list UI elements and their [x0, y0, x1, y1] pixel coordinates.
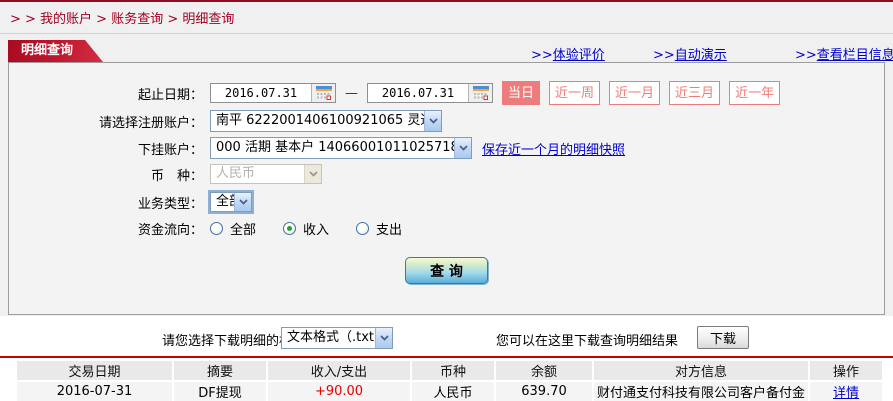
chevron-down-icon: [234, 193, 251, 211]
download-format-select[interactable]: 文本格式（.txt）: [281, 327, 393, 349]
sub-account-select[interactable]: 000 活期 基本户 1406600101102571848: [210, 137, 472, 159]
quick-range-month-button[interactable]: 近一月: [609, 81, 660, 105]
chevron-down-icon: [304, 165, 321, 183]
link-column-info[interactable]: >>查看栏目信息: [795, 44, 893, 63]
link-prefix: >>: [531, 48, 553, 63]
radio-icon[interactable]: [283, 222, 296, 235]
cell-currency: 人民币: [412, 382, 494, 401]
radio-icon[interactable]: [210, 222, 223, 235]
fund-flow-option-income[interactable]: 收入: [283, 219, 329, 238]
calendar-icon[interactable]: [311, 84, 335, 102]
fund-flow-option-all[interactable]: 全部: [210, 219, 256, 238]
date-range-row: 起止日期： — 当日 近一周 近一月 近三月: [9, 80, 884, 106]
table-top-divider: [0, 356, 893, 358]
date-range-label: 起止日期：: [9, 84, 205, 103]
quick-range-year-button[interactable]: 近一年: [729, 81, 780, 105]
header-income-expense: 收入/支出: [268, 361, 410, 380]
quick-range-week-button[interactable]: 近一周: [549, 81, 600, 105]
currency-row: 币 种： 人民币: [9, 164, 884, 184]
sub-account-label: 下挂账户：: [9, 139, 205, 158]
transaction-table: 交易日期 摘要 收入/支出 币种 余额 对方信息 操作 2016-07-31 D…: [15, 359, 884, 401]
header-action: 操作: [810, 361, 882, 380]
download-format-value: 文本格式（.txt）: [282, 328, 375, 348]
registered-account-value: 南平 6222001406100921065 灵通卡: [211, 111, 424, 131]
save-snapshot-link[interactable]: 保存近一个月的明细快照: [482, 139, 625, 158]
end-date-input[interactable]: [368, 84, 468, 102]
query-button[interactable]: 查 询: [405, 257, 488, 284]
fund-flow-option-expense[interactable]: 支出: [356, 219, 402, 238]
currency-select-disabled: 人民币: [210, 164, 322, 184]
quick-range-today-button[interactable]: 当日: [502, 81, 540, 105]
start-date-input[interactable]: [211, 84, 311, 102]
header-counterparty: 对方信息: [594, 361, 808, 380]
currency-label: 币 种：: [9, 165, 205, 184]
end-date-field[interactable]: [367, 83, 493, 103]
fund-flow-label: 资金流向：: [9, 219, 205, 238]
header-currency: 币种: [412, 361, 494, 380]
business-type-select[interactable]: 全部: [210, 192, 252, 212]
header-balance: 余额: [496, 361, 592, 380]
start-date-field[interactable]: [210, 83, 336, 103]
cell-action: 详情: [810, 382, 882, 401]
registered-account-row: 请选择注册账户： 南平 6222001406100921065 灵通卡: [9, 110, 884, 132]
detail-query-page: > > 我的账户 > 账务查询 > 明细查询 明细查询 >>体验评价 >>自动演…: [0, 0, 893, 401]
cell-summary: DF提现: [174, 382, 266, 401]
link-auto-demo[interactable]: >>自动演示: [653, 44, 727, 63]
business-type-row: 业务类型： 全部: [9, 190, 884, 214]
chevron-down-icon: [424, 111, 441, 131]
breadcrumb[interactable]: > > 我的账户 > 账务查询 > 明细查询: [10, 8, 234, 27]
table-row: 2016-07-31 DF提现 +90.00 人民币 639.70 财付通支付科…: [17, 382, 882, 401]
download-row: 请您选择下载明细的格式 文本格式（.txt） 您可以在这里下载查询明细结果 下载: [0, 326, 893, 350]
chevron-down-icon: [454, 138, 471, 158]
chevron-down-icon: [375, 328, 392, 348]
link-experience-rating[interactable]: >>体验评价: [531, 44, 605, 63]
cell-amount: +90.00: [268, 382, 410, 401]
cell-balance: 639.70: [496, 382, 592, 401]
table-header-row: 交易日期 摘要 收入/支出 币种 余额 对方信息 操作: [17, 361, 882, 380]
fund-flow-row: 资金流向： 全部 收入 支出: [9, 220, 884, 236]
query-button-row: 查 询: [9, 257, 884, 284]
registered-account-select[interactable]: 南平 6222001406100921065 灵通卡: [210, 110, 442, 132]
fund-flow-option-expense-label: 支出: [376, 219, 402, 238]
link-auto-demo-label: 自动演示: [675, 48, 727, 63]
link-prefix: >>: [795, 48, 817, 63]
cell-counterparty: 财付通支付科技有限公司客户备付金: [594, 382, 808, 401]
download-button[interactable]: 下载: [697, 326, 749, 349]
link-experience-rating-label: 体验评价: [553, 48, 605, 63]
sub-account-value: 000 活期 基本户 1406600101102571848: [211, 138, 454, 158]
fund-flow-option-income-label: 收入: [303, 219, 329, 238]
header-summary: 摘要: [174, 361, 266, 380]
detail-link[interactable]: 详情: [833, 386, 859, 401]
radio-icon[interactable]: [356, 222, 369, 235]
currency-value: 人民币: [211, 165, 304, 183]
header-trade-date: 交易日期: [17, 361, 172, 380]
link-column-info-label: 查看栏目信息: [817, 48, 893, 63]
date-range-separator: —: [345, 86, 358, 101]
link-prefix: >>: [653, 48, 675, 63]
registered-account-label: 请选择注册账户：: [9, 112, 205, 131]
calendar-icon[interactable]: [468, 84, 492, 102]
download-hint-label: 您可以在这里下载查询明细结果: [496, 330, 678, 349]
quick-range-3months-button[interactable]: 近三月: [669, 81, 720, 105]
cell-trade-date: 2016-07-31: [17, 382, 172, 401]
business-type-label: 业务类型：: [9, 193, 205, 212]
business-type-value: 全部: [211, 193, 234, 211]
sub-account-row: 下挂账户： 000 活期 基本户 1406600101102571848 保存近…: [9, 137, 884, 159]
breadcrumb-divider: [0, 33, 893, 34]
query-form-panel: 起止日期： — 当日 近一周 近一月 近三月: [8, 62, 885, 315]
fund-flow-option-all-label: 全部: [230, 219, 256, 238]
